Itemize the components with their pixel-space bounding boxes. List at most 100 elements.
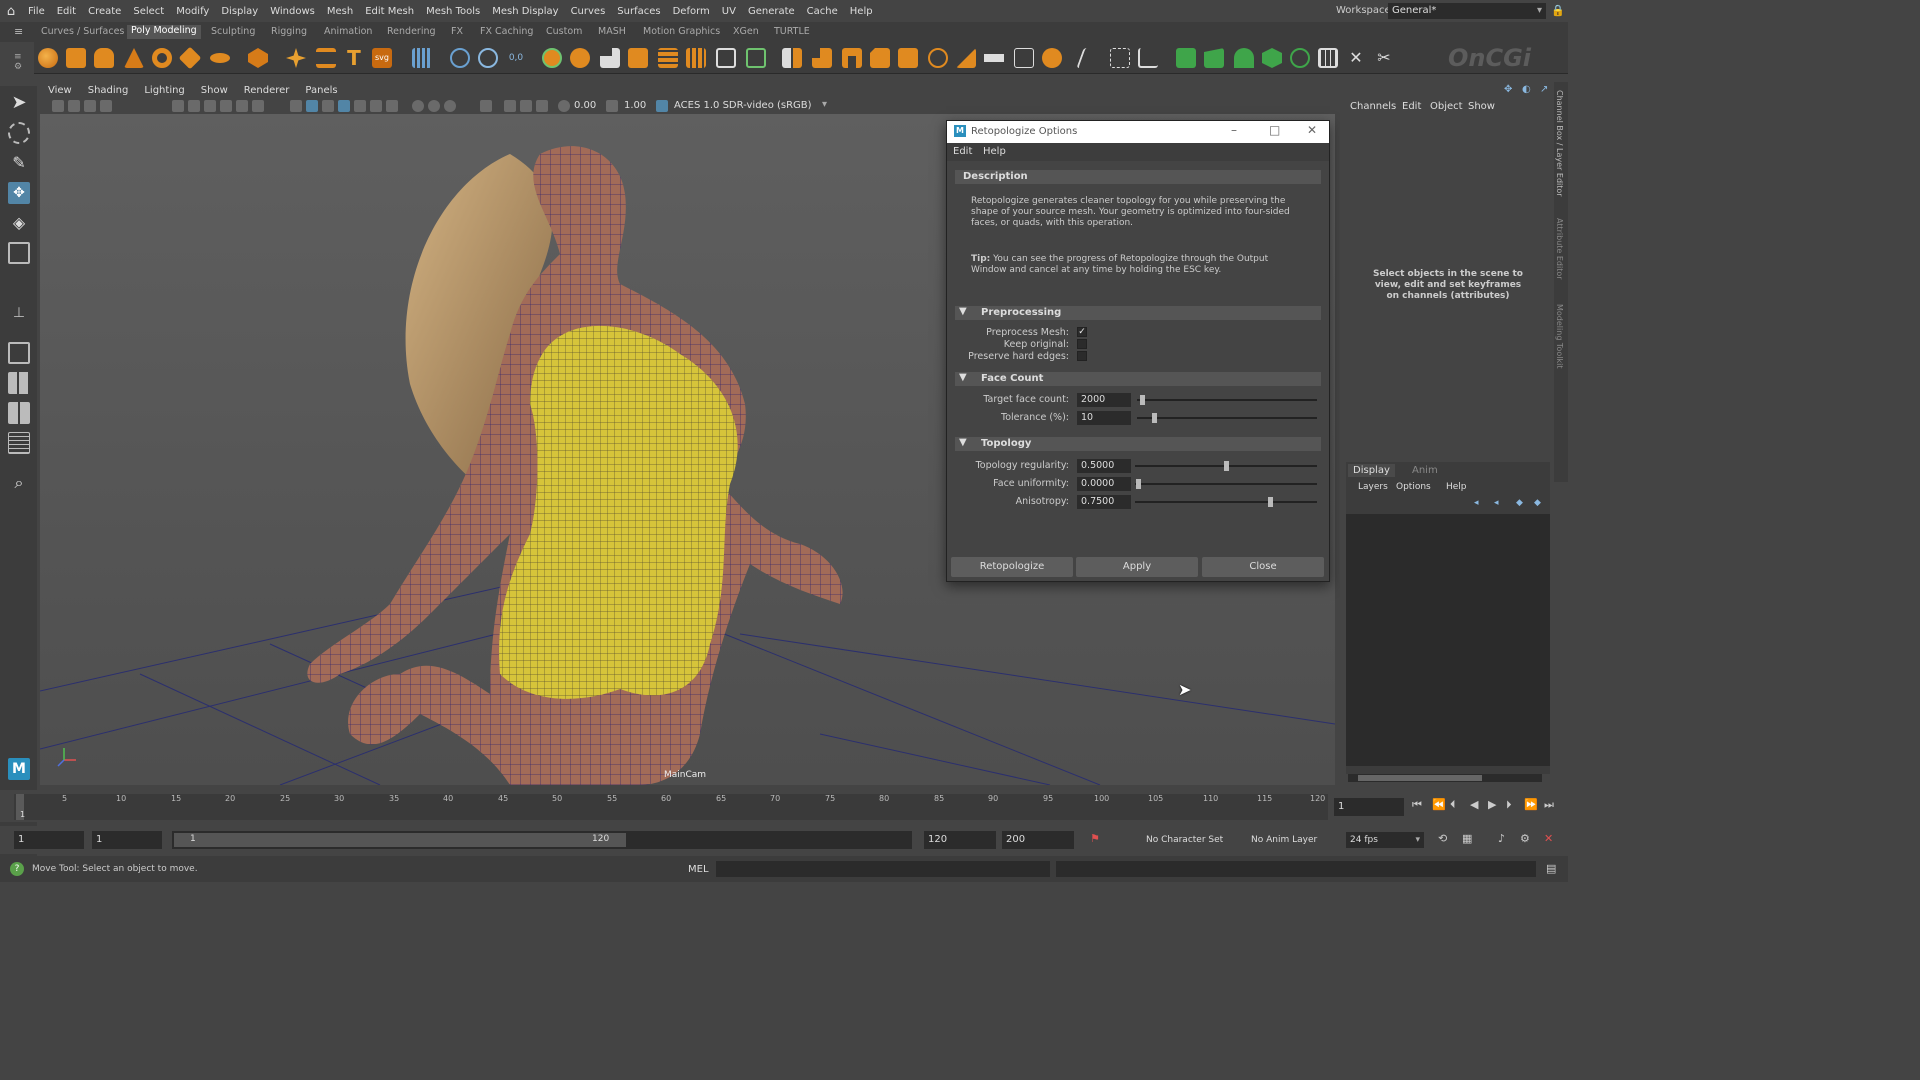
tab-motion-graphics[interactable]: Motion Graphics (643, 26, 720, 37)
step-forward-key-icon[interactable]: ⏩ (1524, 798, 1538, 811)
anisotropy-field[interactable]: 0.7500 (1077, 495, 1131, 509)
command-line-input[interactable] (716, 861, 1050, 877)
safe-action-icon[interactable] (252, 100, 264, 112)
poly-disc-icon[interactable] (210, 53, 230, 63)
layout-uv-icon[interactable]: ✕ (1346, 48, 1366, 68)
retopologize-icon[interactable] (746, 48, 766, 68)
new-layer-icon[interactable]: ◆ (1516, 498, 1523, 508)
current-frame-field[interactable]: 1 (1334, 798, 1404, 816)
tab-turtle[interactable]: TURTLE (774, 26, 810, 37)
wedge-icon[interactable] (1234, 48, 1254, 68)
preferences-icon[interactable]: ⚙ (1520, 832, 1530, 845)
vp-menu-show[interactable]: Show (193, 85, 236, 96)
retopologize-button[interactable]: Retopologize (951, 557, 1073, 577)
cache-playback-icon[interactable]: ▦ (1462, 832, 1472, 845)
poly-sphere-icon[interactable] (38, 48, 58, 68)
animation-prefs-icon[interactable]: ✕ (1544, 832, 1553, 845)
menu-surfaces[interactable]: Surfaces (611, 6, 666, 17)
mirror-icon[interactable] (782, 48, 802, 68)
poly-cone-icon[interactable] (124, 48, 144, 68)
preprocessing-header[interactable]: ▼ Preprocessing (955, 306, 1321, 320)
tab-xgen[interactable]: XGen (733, 26, 759, 37)
multi-cut-icon[interactable] (928, 48, 948, 68)
combine-icon[interactable] (542, 48, 562, 68)
fps-select[interactable]: 24 fps ▾ (1346, 832, 1424, 848)
wireframe-on-shaded-icon[interactable] (338, 100, 350, 112)
gamma-value[interactable]: 1.00 (624, 100, 646, 111)
character-set-select[interactable]: No Character Set (1146, 835, 1223, 845)
channel-object-menu[interactable]: Object (1430, 101, 1463, 112)
color-space-select[interactable]: ACES 1.0 SDR-video (sRGB) (674, 100, 812, 111)
menu-windows[interactable]: Windows (264, 6, 321, 17)
super-shape-icon[interactable] (286, 48, 306, 68)
close-button[interactable]: Close (1202, 557, 1324, 577)
scrollbar-thumb[interactable] (1358, 775, 1482, 781)
vp-menu-panels[interactable]: Panels (297, 85, 345, 96)
menu-curves[interactable]: Curves (565, 6, 612, 17)
xray-icon[interactable] (504, 100, 516, 112)
extract-icon[interactable] (600, 48, 620, 68)
bridge-icon[interactable] (842, 48, 862, 68)
target-weld-icon[interactable] (956, 48, 976, 68)
lock-icon[interactable]: 🔒 (1551, 4, 1565, 17)
tab-fx[interactable]: FX (451, 26, 463, 37)
insert-loop-icon[interactable] (1110, 48, 1130, 68)
wireframe-icon[interactable] (290, 100, 302, 112)
bevel-icon[interactable] (870, 48, 890, 68)
keep-original-checkbox[interactable] (1077, 339, 1087, 349)
tab-mash[interactable]: MASH (598, 26, 626, 37)
snap-together-icon[interactable] (478, 48, 498, 68)
slide-edge-icon[interactable] (1176, 48, 1196, 68)
tab-animation[interactable]: Animation (324, 26, 372, 37)
menu-mesh-display[interactable]: Mesh Display (486, 6, 564, 17)
use-all-lights-icon[interactable] (370, 100, 382, 112)
layers-menu[interactable]: Layers (1358, 482, 1388, 492)
script-language-label[interactable]: MEL (688, 864, 709, 875)
motion-blur-icon[interactable] (428, 100, 440, 112)
bookmark-icon[interactable] (84, 100, 96, 112)
tab-custom[interactable]: Custom (546, 26, 582, 37)
tab-sculpting[interactable]: Sculpting (211, 26, 255, 37)
tab-poly-modeling[interactable]: Poly Modeling (127, 25, 201, 39)
target-face-count-slider[interactable] (1140, 395, 1145, 405)
chevron-down-icon[interactable]: ▾ (822, 99, 827, 110)
tolerance-slider[interactable] (1152, 413, 1157, 423)
playback-end-field[interactable]: 120 (924, 831, 996, 849)
channel-tool-icon-c[interactable]: ↗ (1540, 84, 1548, 95)
tolerance-field[interactable]: 10 (1077, 411, 1131, 425)
range-slider-handle[interactable] (174, 833, 626, 847)
fill-hole-icon[interactable] (898, 48, 918, 68)
horizontal-scrollbar[interactable] (1348, 774, 1542, 782)
time-ruler[interactable]: 1 5 10 15 20 25 30 35 40 45 50 55 60 65 … (14, 794, 1328, 820)
gamma-icon[interactable] (606, 100, 618, 112)
camera-attributes-icon[interactable] (68, 100, 80, 112)
poly-plane-icon[interactable] (178, 46, 202, 70)
channel-show-menu[interactable]: Show (1468, 101, 1495, 112)
step-back-key-icon[interactable]: ⏪ (1432, 798, 1446, 811)
menu-help[interactable]: Help (844, 6, 879, 17)
cut-uv-icon[interactable]: ✂ (1374, 48, 1394, 68)
menu-generate[interactable]: Generate (742, 6, 801, 17)
scale-tool-icon[interactable] (8, 242, 30, 264)
topology-regularity-field[interactable]: 0.5000 (1077, 459, 1131, 473)
gate-mask-icon[interactable] (220, 100, 232, 112)
xray-joints-icon[interactable] (520, 100, 532, 112)
home-icon[interactable]: ⌂ (0, 4, 22, 19)
anti-aliasing-icon[interactable] (444, 100, 456, 112)
platonic-solid-icon[interactable] (248, 48, 268, 68)
layout-single-icon[interactable] (8, 342, 30, 364)
preprocess-mesh-checkbox[interactable]: ✓ (1077, 327, 1087, 337)
side-tab-modeling-toolkit[interactable]: Modeling Toolkit (1555, 304, 1564, 368)
film-gate-icon[interactable] (188, 100, 200, 112)
dialog-menu-help[interactable]: Help (983, 146, 1006, 157)
poly-cube-icon[interactable] (66, 48, 86, 68)
booleans-icon[interactable] (628, 48, 648, 68)
tab-display[interactable]: Display (1348, 464, 1395, 477)
go-to-end-icon[interactable]: ⏭ (1544, 798, 1554, 812)
rotate-tool-icon[interactable]: ◈ (8, 212, 30, 234)
ambient-occlusion-icon[interactable] (412, 100, 424, 112)
apply-button[interactable]: Apply (1076, 557, 1198, 577)
unfold-icon[interactable] (1318, 48, 1338, 68)
connect-icon[interactable] (984, 54, 1004, 62)
menu-deform[interactable]: Deform (667, 6, 716, 17)
